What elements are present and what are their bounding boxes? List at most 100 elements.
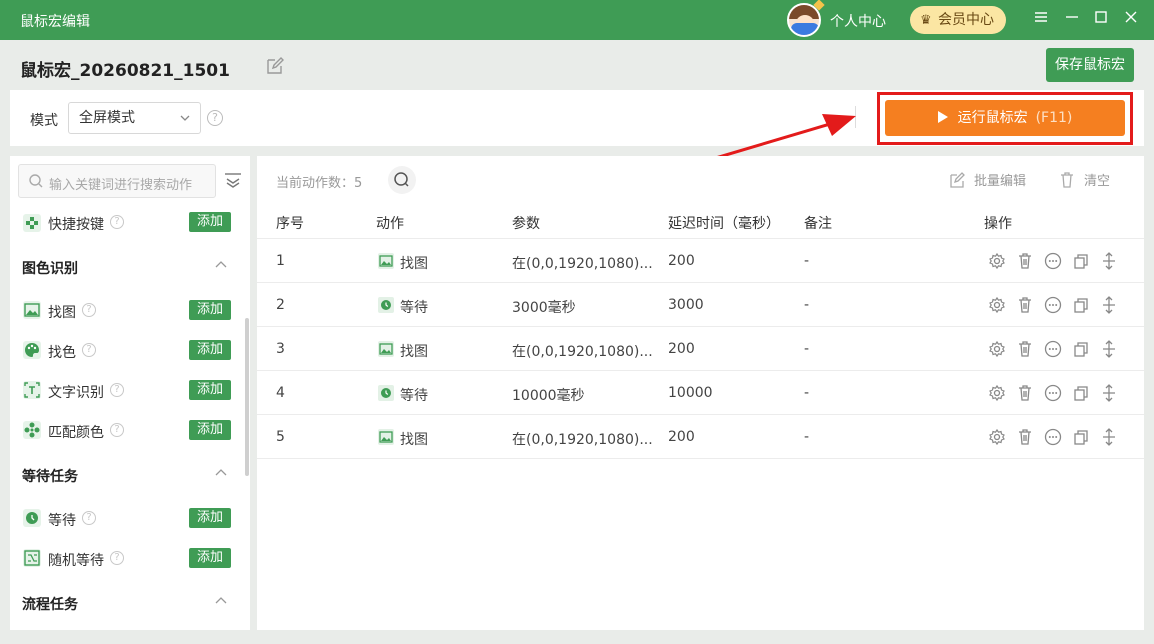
sidebar-item-random-wait: 随机等待 [48, 553, 104, 569]
copy-icon[interactable] [1072, 252, 1090, 270]
action-count: 当前动作数：5 [276, 172, 362, 191]
more-icon[interactable] [1044, 252, 1062, 270]
mode-select-value: 全屏模式 [79, 110, 135, 126]
row-action: 等待 [400, 300, 428, 316]
collapse-all-icon[interactable] [223, 170, 243, 190]
help-icon[interactable]: ? [82, 303, 96, 317]
add-find-color-button[interactable]: 添加 [189, 340, 231, 360]
settings-icon[interactable] [988, 296, 1006, 314]
row-index: 1 [276, 253, 285, 269]
row-delay: 200 [668, 253, 695, 269]
delete-icon[interactable] [1016, 340, 1034, 358]
divider [257, 458, 1144, 459]
settings-icon[interactable] [988, 384, 1006, 402]
action-count-value: 5 [354, 176, 363, 191]
user-center-link[interactable]: 个人中心 [830, 11, 886, 31]
chevron-up-icon[interactable] [214, 594, 228, 611]
col-header-note: 备注 [804, 216, 832, 232]
delete-icon[interactable] [1016, 296, 1034, 314]
help-icon[interactable]: ? [110, 383, 124, 397]
help-icon[interactable]: ? [110, 215, 124, 229]
delete-icon[interactable] [1016, 384, 1034, 402]
col-header-delay: 延迟时间（毫秒） [668, 216, 780, 232]
copy-icon[interactable] [1072, 384, 1090, 402]
sidebar-item-shortcut: 快捷按键 [48, 217, 104, 233]
menu-icon[interactable] [1030, 8, 1052, 30]
copy-icon[interactable] [1072, 340, 1090, 358]
add-random-wait-button[interactable]: 添加 [189, 548, 231, 568]
add-wait-button[interactable]: 添加 [189, 508, 231, 528]
sidebar-item-find-image: 找图 [48, 305, 76, 321]
clear-label: 清空 [1084, 174, 1111, 189]
row-index: 2 [276, 297, 285, 313]
row-delay: 10000 [668, 385, 713, 401]
delete-icon[interactable] [1016, 252, 1034, 270]
row-note: - [804, 341, 810, 357]
move-icon[interactable] [1100, 384, 1118, 402]
vip-label: 会员中心 [938, 12, 994, 28]
color-match-icon [23, 421, 41, 439]
help-icon[interactable]: ? [82, 511, 96, 525]
minimize-icon[interactable] [1061, 8, 1083, 30]
edit-icon [948, 171, 966, 193]
batch-edit-label: 批量编辑 [974, 174, 1027, 189]
row-index: 3 [276, 341, 285, 357]
more-icon[interactable] [1044, 296, 1062, 314]
add-match-color-button[interactable]: 添加 [189, 420, 231, 440]
vip-center-button[interactable]: ♛ 会员中心 [910, 6, 1006, 34]
copy-icon[interactable] [1072, 428, 1090, 446]
help-icon[interactable]: ? [82, 343, 96, 357]
run-hotkey: (F11) [1035, 110, 1073, 126]
copy-icon[interactable] [1072, 296, 1090, 314]
col-header-index: 序号 [276, 216, 304, 232]
help-icon[interactable]: ? [110, 551, 124, 565]
search-placeholder: 输入关键词进行搜索动作 [49, 178, 193, 193]
batch-edit-button[interactable]: 批量编辑 [948, 170, 1026, 193]
add-find-image-button[interactable]: 添加 [189, 300, 231, 320]
move-icon[interactable] [1100, 296, 1118, 314]
sidebar-scrollbar[interactable] [245, 318, 249, 476]
image-icon [377, 340, 395, 358]
help-icon[interactable]: ? [110, 423, 124, 437]
close-icon[interactable] [1120, 8, 1142, 30]
trash-icon [1058, 171, 1076, 193]
save-macro-button[interactable]: 保存鼠标宏 [1046, 48, 1134, 82]
mode-select[interactable]: 全屏模式 [68, 102, 201, 134]
row-delay: 200 [668, 429, 695, 445]
row-note: - [804, 297, 810, 313]
settings-icon[interactable] [988, 252, 1006, 270]
row-param: 3000毫秒 [512, 300, 576, 316]
macro-name: 鼠标宏_20260821_1501 [20, 61, 230, 81]
settings-icon[interactable] [988, 340, 1006, 358]
move-icon[interactable] [1100, 252, 1118, 270]
text-recognition-icon [23, 381, 41, 399]
delete-icon[interactable] [1016, 428, 1034, 446]
settings-icon[interactable] [988, 428, 1006, 446]
add-ocr-button[interactable]: 添加 [189, 380, 231, 400]
add-shortcut-button[interactable]: 添加 [189, 212, 231, 232]
help-icon[interactable]: ? [207, 110, 223, 126]
move-icon[interactable] [1100, 428, 1118, 446]
wait-icon [377, 384, 395, 402]
chevron-up-icon[interactable] [214, 258, 228, 275]
move-icon[interactable] [1100, 340, 1118, 358]
chevron-up-icon[interactable] [214, 466, 228, 483]
clear-button[interactable]: 清空 [1058, 170, 1110, 193]
more-icon[interactable] [1044, 428, 1062, 446]
sidebar-item-ocr: 文字识别 [48, 385, 104, 401]
image-icon [377, 428, 395, 446]
search-icon [28, 173, 44, 193]
list-search-button[interactable] [388, 166, 416, 194]
wait-icon [377, 296, 395, 314]
row-note: - [804, 253, 810, 269]
col-header-param: 参数 [512, 216, 540, 232]
edit-name-icon[interactable] [265, 56, 285, 76]
run-macro-button[interactable]: 运行鼠标宏 (F11) [885, 100, 1125, 136]
row-note: - [804, 429, 810, 445]
action-search-input[interactable]: 输入关键词进行搜索动作 [18, 164, 216, 198]
more-icon[interactable] [1044, 384, 1062, 402]
more-icon[interactable] [1044, 340, 1062, 358]
col-header-action: 动作 [376, 216, 404, 232]
maximize-icon[interactable] [1090, 8, 1112, 30]
section-image-color: 图色识别 [22, 261, 78, 277]
